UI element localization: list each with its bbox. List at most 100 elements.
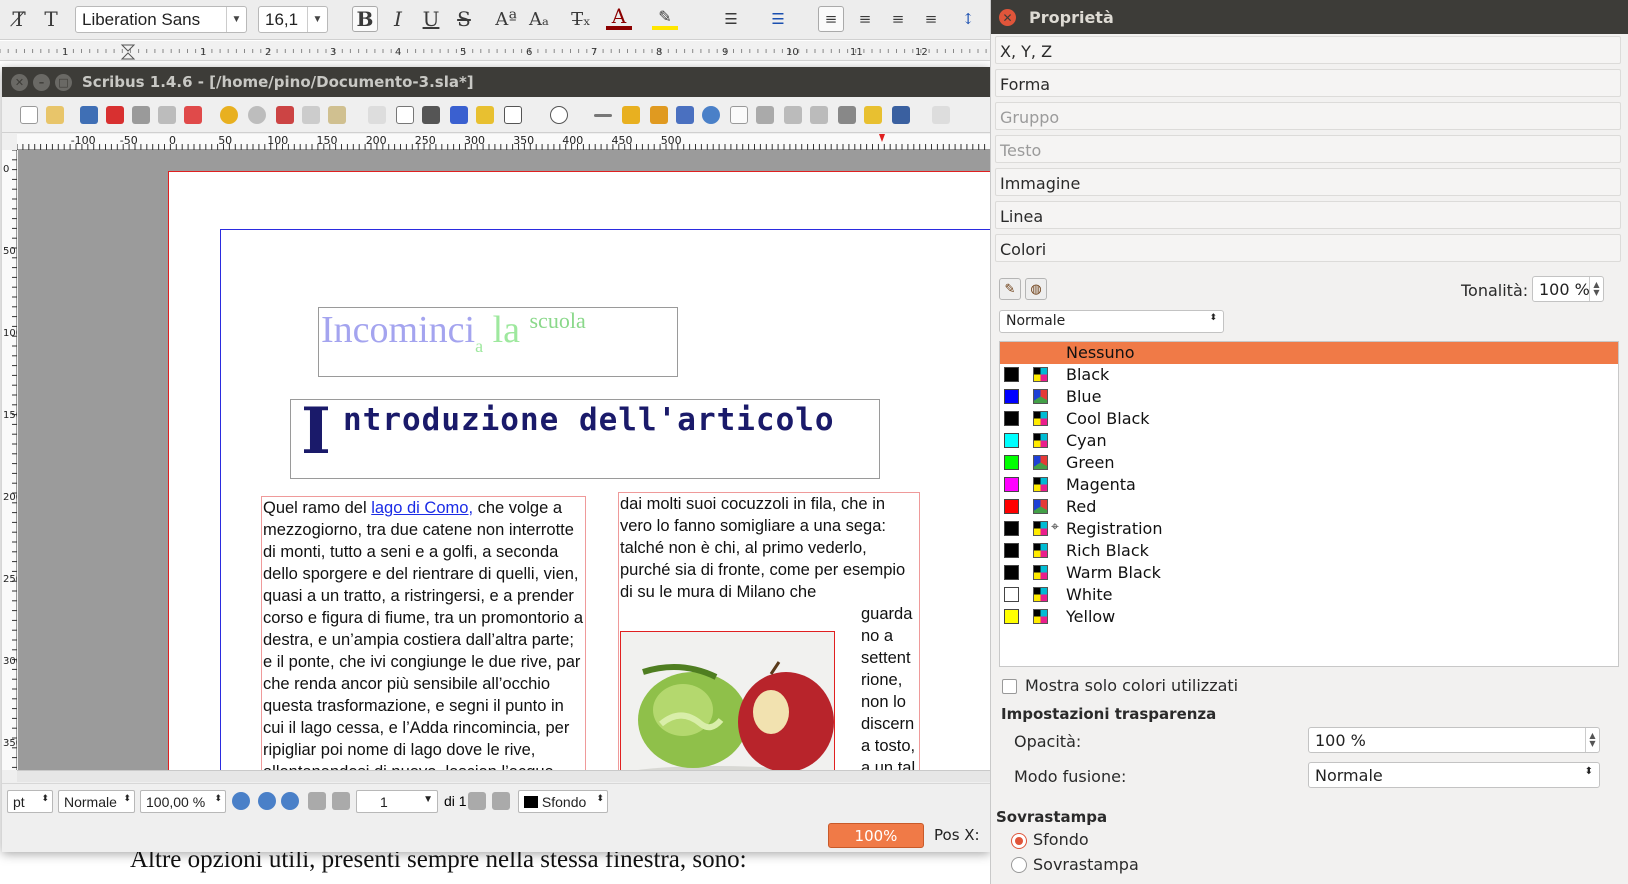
zoom-in-icon[interactable]	[281, 792, 299, 810]
select-icon[interactable]	[368, 106, 386, 124]
color-list-item[interactable]: ⌖ Registration	[1000, 518, 1618, 540]
cut-icon[interactable]	[276, 106, 294, 124]
edit-content-icon[interactable]	[730, 106, 748, 124]
pdf-tools-icon[interactable]	[932, 106, 950, 124]
color-list-item[interactable]: Yellow	[1000, 606, 1618, 628]
open-folder-icon[interactable]	[46, 106, 64, 124]
color-list[interactable]: Nessuno Black Blue Cool Black Cyan Green Magen…	[999, 341, 1619, 667]
color-list-item[interactable]: Cool Black	[1000, 408, 1618, 430]
first-page-icon[interactable]	[308, 792, 326, 810]
gradient-type-combo[interactable]: Normale ⬍	[999, 310, 1224, 333]
clear-format-icon[interactable]: T̸	[6, 6, 32, 32]
intro-text-frame[interactable]: I ntroduzione dell'articolo	[290, 399, 880, 479]
bezier-icon[interactable]	[622, 106, 640, 124]
style-icon[interactable]: T	[38, 6, 64, 32]
maximize-icon[interactable]: □	[55, 74, 72, 91]
text-frame-icon[interactable]	[396, 106, 414, 124]
next-page-icon[interactable]	[468, 792, 486, 810]
blend-mode-combo[interactable]: Normale ⬍	[1308, 762, 1600, 788]
section-header[interactable]: Immagine	[995, 168, 1621, 196]
color-list-item[interactable]: Nessuno	[1000, 342, 1618, 364]
font-color-icon[interactable]: A	[606, 4, 632, 30]
superscript-icon[interactable]: Aª	[493, 6, 519, 32]
column-1-text-frame[interactable]: Quel ramo del lago di Como, che volge a …	[261, 496, 586, 770]
image-frame-icon[interactable]	[422, 106, 440, 124]
line-icon[interactable]	[594, 114, 612, 117]
copy-icon[interactable]	[302, 106, 320, 124]
zoom-100-icon[interactable]	[258, 792, 276, 810]
measure-icon[interactable]	[838, 106, 856, 124]
table-icon[interactable]	[476, 106, 494, 124]
align-left-icon[interactable]: ≡	[818, 6, 844, 32]
previous-page-icon[interactable]	[332, 792, 350, 810]
new-document-icon[interactable]	[20, 106, 38, 124]
close-document-icon[interactable]	[106, 106, 124, 124]
shape-icon[interactable]	[504, 106, 522, 124]
zoom-combo[interactable]: 100,00 % ⬍	[140, 790, 226, 813]
color-list-item[interactable]: Warm Black	[1000, 562, 1618, 584]
section-header[interactable]: Linea	[995, 201, 1621, 229]
justify-icon[interactable]: ≡	[918, 6, 944, 32]
view-mode-combo[interactable]: Normale ⬍	[58, 790, 135, 813]
subscript-icon[interactable]: Aₐ	[526, 6, 552, 32]
zoom-icon[interactable]	[702, 106, 720, 124]
font-name-combo[interactable]: Liberation Sans ▼	[75, 6, 247, 33]
italic-button[interactable]: I	[385, 6, 411, 32]
unlink-frames-icon[interactable]	[810, 106, 828, 124]
align-right-icon[interactable]: ≡	[885, 6, 911, 32]
zoom-out-icon[interactable]	[232, 792, 250, 810]
close-icon[interactable]: ✕	[11, 74, 28, 91]
title-text-frame[interactable]: Incomincia la scuola	[318, 307, 678, 377]
color-list-item[interactable]: Cyan	[1000, 430, 1618, 452]
clear-direct-format-icon[interactable]: T̶ₓ	[568, 6, 594, 32]
render-frame-icon[interactable]	[450, 106, 468, 124]
print-icon[interactable]	[132, 106, 150, 124]
section-header[interactable]: X, Y, Z	[995, 36, 1621, 64]
numbered-list-icon[interactable]: ☰	[765, 6, 791, 32]
close-icon[interactable]: ✕	[999, 9, 1016, 26]
overprint-radio-sfondo[interactable]	[1011, 833, 1027, 849]
last-page-icon[interactable]	[492, 792, 510, 810]
color-list-item[interactable]: Rich Black	[1000, 540, 1618, 562]
redo-icon[interactable]	[248, 106, 266, 124]
apples-image-frame[interactable]	[620, 631, 835, 770]
color-list-item[interactable]: White	[1000, 584, 1618, 606]
highlight-icon[interactable]: ✎	[652, 6, 678, 30]
shade-spinbox[interactable]: 100 % ▲ ▼	[1532, 276, 1604, 302]
color-list-item[interactable]: Red	[1000, 496, 1618, 518]
layer-combo[interactable]: Sfondo ⬍	[518, 790, 608, 813]
section-header[interactable]: Colori	[995, 234, 1621, 262]
color-list-item[interactable]: Black	[1000, 364, 1618, 386]
edit-text-icon[interactable]	[756, 106, 774, 124]
undo-icon[interactable]	[220, 106, 238, 124]
overprint-radio-sovrastampa[interactable]	[1011, 857, 1027, 873]
align-center-icon[interactable]: ≡	[852, 6, 878, 32]
copy-properties-icon[interactable]	[864, 106, 882, 124]
polygon-icon[interactable]	[550, 106, 568, 124]
col1-link[interactable]: lago di Como,	[371, 499, 473, 517]
export-pdf-icon[interactable]	[184, 106, 202, 124]
unit-combo[interactable]: pt ⬍	[7, 790, 53, 813]
document-canvas[interactable]: Incomincia la scuola I ntroduzione dell'…	[18, 150, 990, 770]
opacity-spinbox[interactable]: 100 % ▲ ▼	[1308, 727, 1600, 753]
zoom-button[interactable]: 100%	[828, 823, 924, 848]
edit-fill-color-icon[interactable]: ◍	[1025, 278, 1047, 300]
page-combo[interactable]: 1 ▼	[356, 790, 438, 813]
bullet-list-icon[interactable]: ☰	[718, 6, 744, 32]
line-spacing-icon[interactable]: ↕	[955, 6, 981, 32]
bold-button[interactable]: B	[352, 6, 378, 32]
underline-button[interactable]: U	[418, 6, 444, 32]
color-list-item[interactable]: Magenta	[1000, 474, 1618, 496]
horizontal-scrollbar[interactable]	[17, 770, 990, 782]
edit-line-color-icon[interactable]: ✎	[999, 278, 1021, 300]
color-list-item[interactable]: Green	[1000, 452, 1618, 474]
rotate-icon[interactable]	[676, 106, 694, 124]
strikethrough-button[interactable]: S	[451, 6, 477, 32]
color-list-item[interactable]: Blue	[1000, 386, 1618, 408]
save-icon[interactable]	[80, 106, 98, 124]
only-used-colors-checkbox[interactable]	[1002, 679, 1017, 694]
freehand-icon[interactable]	[650, 106, 668, 124]
eyedropper-icon[interactable]	[892, 106, 910, 124]
section-header[interactable]: Forma	[995, 69, 1621, 97]
preflight-icon[interactable]	[158, 106, 176, 124]
